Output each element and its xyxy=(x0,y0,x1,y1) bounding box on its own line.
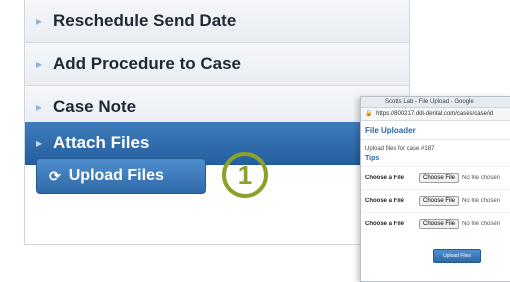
file-row-label: Choose a File xyxy=(365,175,405,181)
menu-item-label: Attach Files xyxy=(53,133,150,152)
popup-upload-files-label: Upload Files xyxy=(443,253,471,259)
menu-item-label: Add Procedure to Case xyxy=(53,54,241,73)
case-actions-menu: ▸ Reschedule Send Date ▸ Add Procedure t… xyxy=(24,0,410,245)
file-status: No file chosen xyxy=(462,175,501,181)
upload-files-label: Upload Files xyxy=(68,167,164,184)
menu-item-label: Case Note xyxy=(53,97,137,116)
address-text: https://800217.ddi-dental.com/cases/case… xyxy=(376,111,494,117)
file-row: Choose a File Choose File No file chosen xyxy=(361,189,510,212)
lock-icon: 🔒 xyxy=(365,111,373,117)
popup-upload-files-button[interactable]: Upload Files xyxy=(433,249,481,263)
step-number-badge: 1 xyxy=(222,152,268,198)
tips-link[interactable]: Tips xyxy=(361,155,510,166)
file-row: Choose a File Choose File No file chosen xyxy=(361,212,510,235)
chevron-right-icon: ▸ xyxy=(35,100,43,114)
popup-description: Upload files for case #187 xyxy=(365,146,435,152)
file-upload-popup-window: Scotts Lab - File Upload - Google 🔒 http… xyxy=(360,96,510,282)
menu-item-add-procedure-to-case[interactable]: ▸ Add Procedure to Case xyxy=(25,43,409,86)
menu-item-label: Reschedule Send Date xyxy=(53,11,237,30)
chevron-right-icon: ▸ xyxy=(35,136,43,150)
file-row-label: Choose a File xyxy=(365,198,405,204)
choose-file-button[interactable]: Choose File xyxy=(419,219,460,229)
file-row: Choose a File Choose File No file chosen xyxy=(361,166,510,189)
popup-title: File Uploader xyxy=(361,121,510,140)
upload-files-button[interactable]: ⟳ Upload Files xyxy=(36,158,206,194)
choose-file-button[interactable]: Choose File xyxy=(419,173,460,183)
file-status: No file chosen xyxy=(462,221,501,227)
menu-item-reschedule-send-date[interactable]: ▸ Reschedule Send Date xyxy=(25,0,409,43)
window-title-bar: Scotts Lab - File Upload - Google xyxy=(361,97,510,108)
chevron-right-icon: ▸ xyxy=(35,14,43,28)
chevron-right-icon: ▸ xyxy=(35,57,43,71)
file-status: No file chosen xyxy=(462,198,501,204)
choose-file-button[interactable]: Choose File xyxy=(419,196,460,206)
upload-icon: ⟳ xyxy=(49,167,61,184)
address-bar[interactable]: 🔒 https://800217.ddi-dental.com/cases/ca… xyxy=(361,108,510,121)
file-row-label: Choose a File xyxy=(365,221,405,227)
